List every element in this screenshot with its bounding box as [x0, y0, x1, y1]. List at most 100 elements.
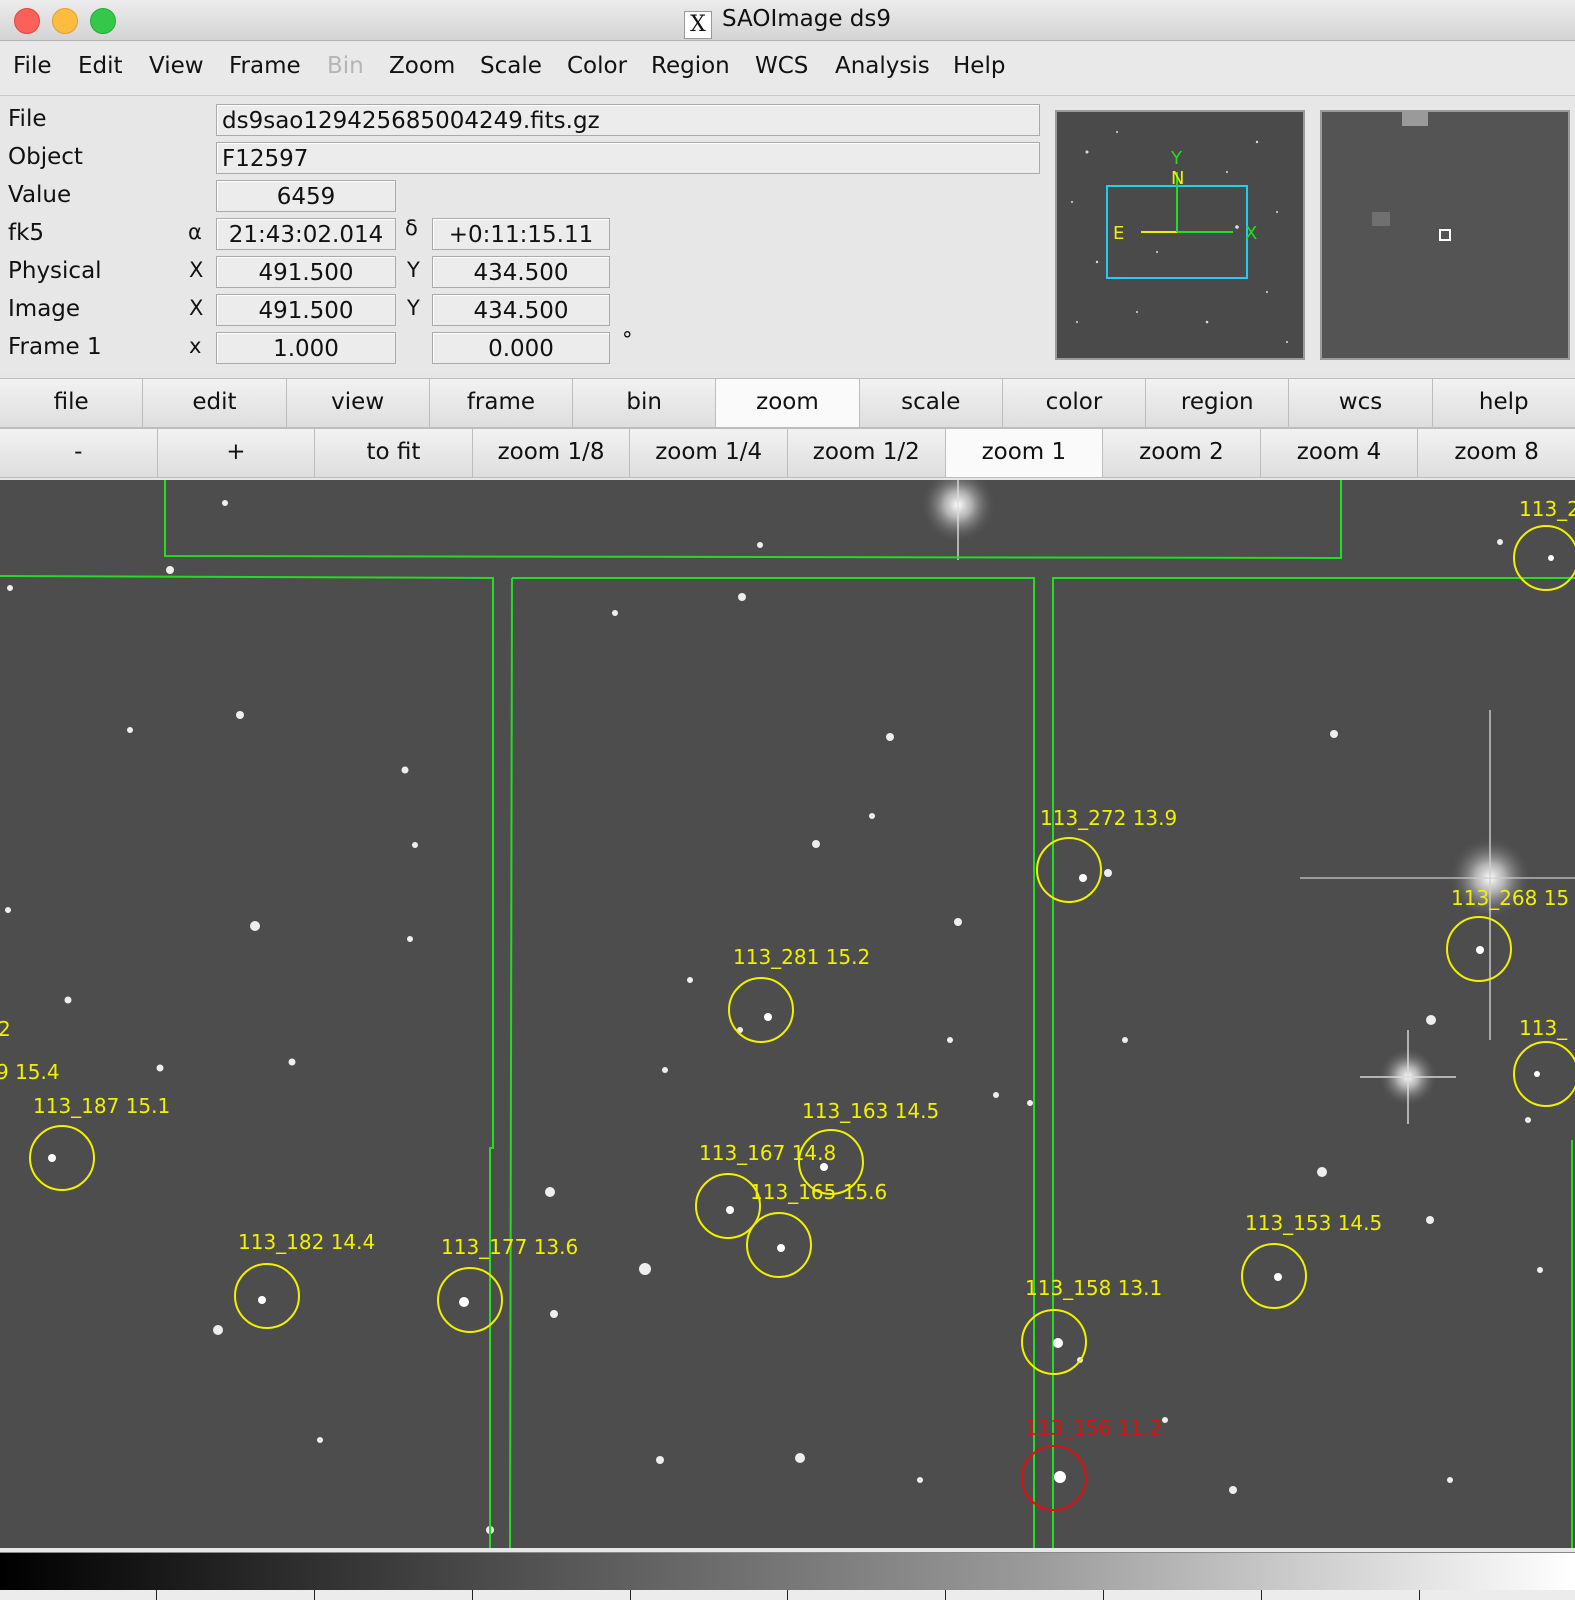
axes-icon: [1176, 172, 1233, 233]
zoom-in-button[interactable]: +: [157, 429, 316, 477]
menu-analysis[interactable]: Analysis: [835, 53, 930, 79]
fk5-delta-field[interactable]: +0:11:15.11: [432, 218, 610, 250]
image-canvas[interactable]: 113_272 13.9 113_281 15.2 113_268 15 113…: [0, 480, 1575, 1548]
button-region[interactable]: region: [1146, 379, 1290, 427]
button-bin[interactable]: bin: [573, 379, 717, 427]
title-bar: X SAOImage ds9: [0, 0, 1575, 41]
menu-bin: Bin: [327, 53, 364, 79]
menu-view[interactable]: View: [149, 53, 204, 79]
physical-label: Physical: [8, 258, 102, 284]
menu-wcs[interactable]: WCS: [755, 53, 808, 79]
menu-bar: File Edit View Frame Bin Zoom Scale Colo…: [0, 41, 1575, 96]
menu-region[interactable]: Region: [651, 53, 730, 79]
zoom-1-2-button[interactable]: zoom 1/2: [787, 429, 946, 477]
region-113-187[interactable]: [29, 1125, 95, 1191]
button-wcs[interactable]: wcs: [1289, 379, 1433, 427]
menu-zoom[interactable]: Zoom: [389, 53, 455, 79]
fk5-alpha-field[interactable]: 21:43:02.014: [216, 218, 396, 250]
region-label: 113_2: [1519, 497, 1575, 521]
image-y-field[interactable]: 434.500: [432, 294, 610, 326]
image-x-field[interactable]: 491.500: [216, 294, 396, 326]
region-label: 113_158 13.1: [1025, 1276, 1162, 1300]
menu-edit[interactable]: Edit: [78, 53, 123, 79]
image-y-label: Y: [407, 296, 420, 320]
axis-y-label: Y: [1170, 148, 1183, 169]
compass-n-label: N: [1171, 168, 1184, 189]
physical-y-field[interactable]: 434.500: [432, 256, 610, 288]
compass-e-label: E: [1113, 223, 1124, 244]
region-label: 113_177 13.6: [441, 1235, 578, 1259]
alpha-symbol: α: [188, 220, 202, 244]
zoom-2-button[interactable]: zoom 2: [1103, 429, 1261, 477]
magnifier: [1320, 110, 1570, 360]
axis-x-label: X: [1245, 223, 1257, 244]
main-button-bar: file edit view frame bin zoom scale colo…: [0, 378, 1575, 428]
magnifier-view: [1372, 112, 1451, 241]
region-113-177[interactable]: [437, 1267, 503, 1333]
region-113-2-partial[interactable]: [1513, 525, 1575, 591]
region-113-281[interactable]: [728, 977, 794, 1043]
value-field[interactable]: 6459: [216, 180, 396, 212]
region-label: 113_163 14.5: [802, 1099, 939, 1123]
zoom-1-button[interactable]: zoom 1: [945, 429, 1104, 477]
compass-icon: [1141, 194, 1178, 233]
degree-symbol: °: [622, 328, 633, 352]
region-label: 113_182 14.4: [238, 1230, 375, 1254]
button-view[interactable]: view: [286, 379, 430, 427]
region-circles[interactable]: [29, 525, 1575, 1511]
bright-stars: [920, 480, 1575, 1124]
zoom-out-button[interactable]: -: [0, 429, 158, 477]
region-labels: 113_272 13.9 113_281 15.2 113_268 15 113…: [0, 497, 1575, 1440]
region-113-272[interactable]: [1036, 837, 1102, 903]
frame-angle-field[interactable]: 0.000: [432, 332, 610, 364]
button-color[interactable]: color: [1002, 379, 1147, 427]
region-113-182[interactable]: [234, 1263, 300, 1329]
colorbar[interactable]: [0, 1552, 1575, 1591]
file-label: File: [8, 106, 47, 132]
fk5-label: fk5: [8, 220, 45, 246]
region-113-partial[interactable]: [1513, 1041, 1575, 1107]
physical-y-label: Y: [407, 258, 420, 282]
zoom-button-bar: - + to fit zoom 1/8 zoom 1/4 zoom 1/2 zo…: [0, 428, 1575, 478]
x11-icon: X: [683, 11, 712, 39]
region-113-153[interactable]: [1241, 1243, 1307, 1309]
region-label: 113_153 14.5: [1245, 1211, 1382, 1235]
button-file[interactable]: file: [0, 379, 144, 427]
button-scale[interactable]: scale: [859, 379, 1003, 427]
physical-x-field[interactable]: 491.500: [216, 256, 396, 288]
button-edit[interactable]: edit: [143, 379, 287, 427]
frame-x-label: x: [189, 334, 202, 358]
object-field[interactable]: F12597: [216, 142, 1040, 174]
zoom-to-fit-button[interactable]: to fit: [315, 429, 473, 477]
window-title: SAOImage ds9: [721, 6, 892, 32]
star-field: [5, 500, 1543, 1534]
menu-frame[interactable]: Frame: [229, 53, 301, 79]
region-label: 2: [0, 1017, 11, 1041]
colorbar-ticks: [0, 1590, 1575, 1600]
menu-color[interactable]: Color: [567, 53, 627, 79]
zoom-1-8-button[interactable]: zoom 1/8: [472, 429, 631, 477]
panner[interactable]: N E X Y: [1055, 110, 1305, 360]
menu-file[interactable]: File: [13, 53, 52, 79]
file-field[interactable]: ds9sao129425685004249.fits.gz: [216, 104, 1040, 136]
value-label: Value: [8, 182, 72, 208]
chip-boundaries: [0, 480, 1575, 1548]
image-label: Image: [8, 296, 81, 322]
zoom-8-button[interactable]: zoom 8: [1418, 429, 1575, 477]
region-label: 113_165 15.6: [750, 1180, 887, 1204]
delta-symbol: δ: [405, 216, 418, 240]
button-frame[interactable]: frame: [429, 379, 574, 427]
region-label: 113_272 13.9: [1040, 806, 1177, 830]
object-label: Object: [8, 144, 83, 170]
zoom-4-button[interactable]: zoom 4: [1260, 429, 1419, 477]
physical-x-label: X: [189, 258, 204, 282]
button-help[interactable]: help: [1432, 379, 1575, 427]
image-svg: 113_272 13.9 113_281 15.2 113_268 15 113…: [0, 480, 1575, 1548]
button-zoom[interactable]: zoom: [716, 379, 860, 427]
menu-scale[interactable]: Scale: [480, 53, 542, 79]
zoom-1-4-button[interactable]: zoom 1/4: [630, 429, 788, 477]
magnifier-cursor: [1439, 229, 1451, 241]
menu-help[interactable]: Help: [953, 53, 1005, 79]
region-label: 113_187 15.1: [33, 1094, 170, 1118]
frame-zoom-field[interactable]: 1.000: [216, 332, 396, 364]
